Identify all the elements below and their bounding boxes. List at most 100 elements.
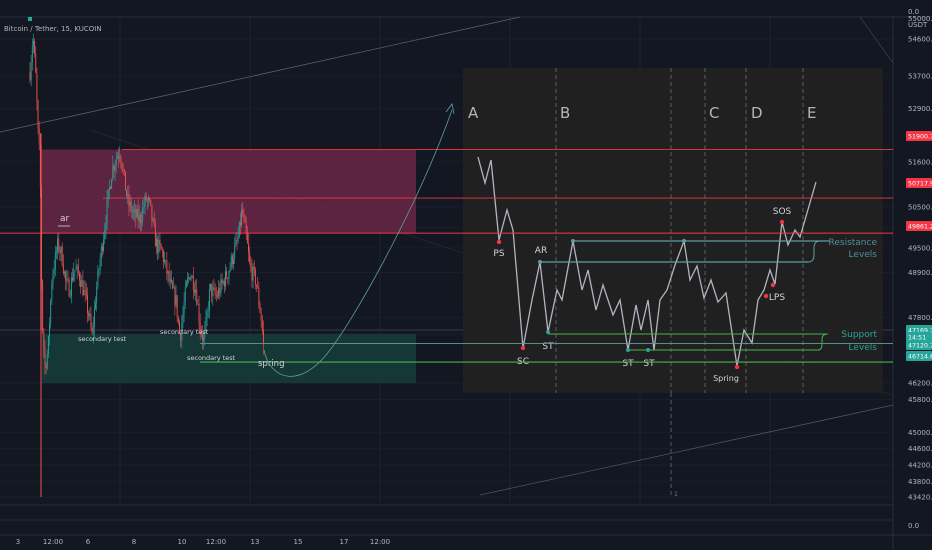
resistance-zone [42,149,416,234]
candle-body [171,279,172,282]
candle-body [206,310,208,317]
candle-body [115,158,117,165]
candle-body [130,201,132,213]
time-tick: 6 [86,538,91,546]
candle-body [253,266,255,270]
time-tick: 12:00 [370,538,390,546]
candle-body [144,195,146,208]
candle-body [173,287,175,289]
candle-body [246,233,248,244]
candle-body [29,71,31,81]
symbol-label[interactable]: Bitcoin / Tether, 15, KUCOIN [4,25,102,33]
candle-body [75,268,77,270]
support-label-1: Support [841,330,877,340]
candle-body [244,217,246,223]
candle-body [184,287,186,303]
wy-level-dot [571,239,575,243]
candle-body [208,288,210,311]
event-dot-ps [496,239,502,245]
candle-body [213,287,215,289]
candle-body [52,274,54,284]
candle-body [49,324,50,336]
candle-body [168,271,170,282]
candle-body [214,288,216,295]
candle-body [254,269,256,285]
candle-body [149,198,151,200]
candle-body [194,290,195,293]
time-tick: 17 [340,538,349,546]
candle-body [77,265,79,274]
candle-body [263,329,264,345]
price-label-text: 47120.7 [908,343,932,350]
candle-body [228,271,230,279]
candle-body [122,169,124,171]
candle-body [251,267,253,281]
candle-body [99,258,101,270]
price-tick: 43800.0 [908,478,932,486]
candle-body [88,313,90,317]
candle-body [182,313,184,324]
candle-body [134,208,136,212]
candle-body [111,179,113,189]
candle-body [229,266,231,272]
candle-body [252,266,254,281]
candle-body [135,208,137,218]
candle-body [257,285,259,289]
candle-body [66,278,68,281]
candle-body [141,220,142,223]
event-label-st: ST [643,359,655,369]
candle-body [74,269,76,273]
candle-body [58,238,60,251]
candle-body [79,273,80,281]
price-tick: 43420.0 [908,494,932,502]
candle-body [67,278,69,280]
candle-body [156,239,157,247]
candle-body [90,313,92,328]
candle-body [167,271,169,274]
event-label-ar: AR [535,246,547,256]
candle-body [110,187,111,189]
time-tick: 3 [16,538,20,546]
candle-body [138,214,140,221]
candle-body [43,331,45,349]
price-tick: 46200.0 [908,380,932,388]
candle-body [93,308,95,328]
resistance-label-2: Levels [849,250,878,260]
price-tick: 45800.0 [908,396,932,404]
candle-body [237,237,239,241]
candle-body [70,277,72,297]
candle-body [80,280,82,287]
candle-body [256,284,257,286]
price-tick: 49500.0 [908,244,932,252]
candle-body [65,271,67,281]
wy-level-dot [682,239,686,243]
candle-body [154,225,156,247]
candle-body [100,246,102,259]
candle-body [54,252,56,270]
candle-body [35,53,37,73]
candle-body [131,211,133,213]
candle-body [85,291,87,296]
price-label-text: 51900.7 [908,134,932,141]
candle-body [113,165,115,171]
candle-body [119,156,121,158]
candle-body [225,271,226,287]
candle-body [150,199,152,205]
phase-label-C: C [709,104,719,122]
candle-body [189,277,191,280]
candle-body [210,283,211,289]
candle-body [220,279,222,294]
price-tick: 44600.0 [908,445,932,453]
time-tick: 15 [294,538,303,546]
candle-body [188,277,190,279]
volume-tick: 0.0 [908,522,919,530]
candle-body [235,240,237,246]
candle-body [153,218,155,226]
candle-body [227,277,229,279]
candle-body [72,277,73,281]
price-label-text: 46714.6 [908,354,932,361]
candle-body [91,327,93,334]
candle-body [207,310,209,312]
candle-body [217,295,218,297]
candle-body [106,199,108,224]
